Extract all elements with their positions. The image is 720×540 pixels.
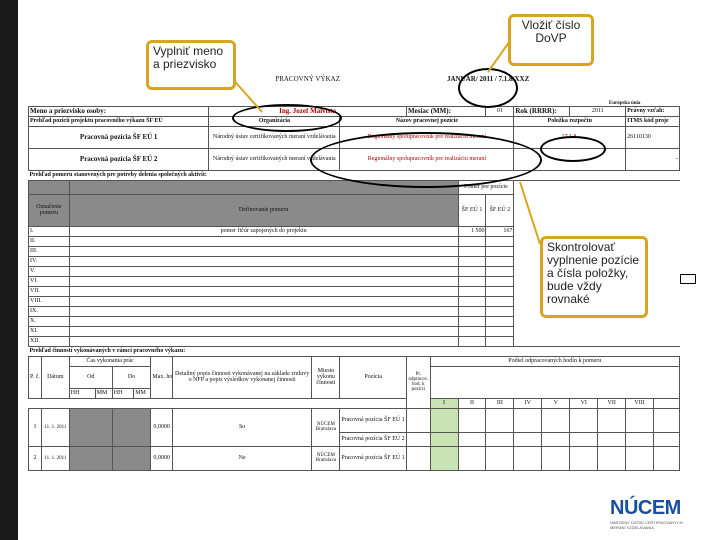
callout-fill-name-text: Vyplniť meno a priezvisko xyxy=(153,44,224,71)
callout-contract-no: Vložiť číslo DoVP xyxy=(508,14,594,66)
nucem-logo-text: NÚCEM xyxy=(610,497,681,519)
callout-contract-no-text: Vložiť číslo DoVP xyxy=(521,18,581,45)
callout-fill-name: Vyplniť meno a priezvisko xyxy=(146,40,236,90)
callout-check-text: Skontrolovať vyplnenie pozície a čísla p… xyxy=(547,240,640,306)
nucem-logo: NÚCEM NÁRODNÝ ÚSTAV CERTIFIKOVANÝCH MERA… xyxy=(610,497,690,537)
small-box-marker xyxy=(680,274,696,284)
nucem-logo-subtext: NÁRODNÝ ÚSTAV CERTIFIKOVANÝCH MERANÍ VZD… xyxy=(610,520,683,530)
callout-check: Skontrolovať vyplnenie pozície a čísla p… xyxy=(540,236,648,318)
